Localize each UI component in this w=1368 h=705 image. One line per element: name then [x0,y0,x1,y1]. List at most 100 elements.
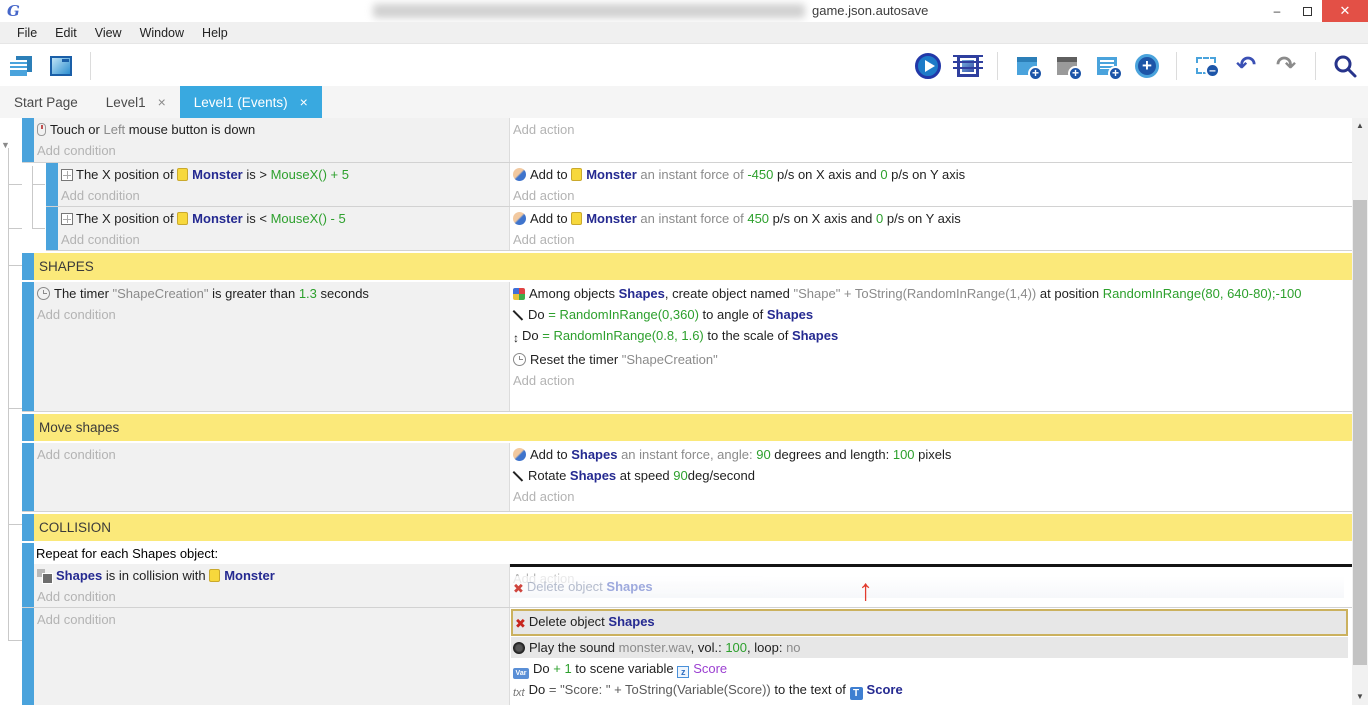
close-button[interactable]: ✕ [1322,0,1368,22]
text-segment: an instant force, angle: [617,447,756,462]
text-segment: 1.3 [299,286,317,301]
tab-level1-events[interactable]: Level1 (Events)× [180,86,322,118]
comment-event[interactable]: SHAPES [22,253,1352,280]
action-row[interactable]: VarDo + 1 to scene variable zScore [513,658,1348,679]
action-row[interactable]: Add to Monster an instant force of -450 … [513,164,1348,185]
add-action[interactable]: Add action [513,185,1348,206]
action-row[interactable]: Reset the timer "ShapeCreation" [513,349,1348,370]
search-icon [1332,53,1358,79]
tree-guide-stub [8,524,22,525]
text-segment: 450 [747,211,769,226]
project-manager-button[interactable] [6,51,36,81]
scrollbar-thumb[interactable] [1353,200,1367,665]
add-action[interactable]: Add action [513,229,1348,250]
maximize-button[interactable] [1292,0,1322,22]
text-segment: 0 [880,167,887,182]
preview-button[interactable] [913,51,943,81]
standard-event[interactable]: Add condition ✖Delete object ShapesPlay … [22,608,1352,705]
text-segment: monster.wav [619,640,691,655]
standard-event[interactable]: The timer "ShapeCreation" is greater tha… [22,282,1352,412]
gdevelop-logo-icon: G [7,2,20,20]
event-bar [22,543,34,607]
action-row[interactable]: Among objects Shapes, create object name… [513,283,1348,304]
condition-row[interactable]: Touch or Left mouse button is down [37,119,505,140]
standard-event[interactable]: The X position of Monster is < MouseX() … [46,207,1352,251]
action-row[interactable]: ✖Delete object Shapes [511,609,1348,636]
menu-window[interactable]: Window [131,22,193,44]
close-tab-icon[interactable]: × [158,94,166,110]
action-row[interactable]: txtDo = "Score: " + ToString(Variable(Sc… [513,679,1348,704]
comment-event[interactable]: COLLISION [22,514,1352,541]
collision-icon [37,569,52,582]
add-subevent-button[interactable]: + [1052,51,1082,81]
play-icon [915,53,941,79]
text-segment: Reset the timer [530,352,622,367]
action-row[interactable]: ↕Do = RandomInRange(0.8, 1.6) to the sca… [513,325,1348,349]
condition-row[interactable]: The X position of Monster is < MouseX() … [61,208,505,229]
condition-row[interactable]: The X position of Monster is > MouseX() … [61,164,505,185]
undo-button[interactable]: ↶ [1231,51,1261,81]
add-condition[interactable]: Add condition [37,586,505,607]
tab-start-page[interactable]: Start Page [0,86,92,118]
foreach-header[interactable]: Repeat for each Shapes object: [34,543,1352,564]
vertical-scrollbar[interactable]: ▲ ▼ [1352,118,1368,705]
action-row[interactable]: Do = RandomInRange(0,360) to angle of Sh… [513,304,1348,325]
text-segment: The X position of [76,211,177,226]
standard-event[interactable]: Add condition Add to Shapes an instant f… [22,443,1352,512]
text-segment: Shapes [619,286,665,301]
comment-event[interactable]: Move shapes [22,414,1352,441]
add-event-button[interactable]: + [1012,51,1042,81]
add-condition[interactable]: Add condition [37,444,505,465]
textobj-icon: T [850,687,863,700]
add-comment-icon: + [1097,57,1117,75]
actions-cell: Among objects Shapes, create object name… [510,282,1352,411]
menu-help[interactable]: Help [193,22,237,44]
text-segment: is [243,167,260,182]
condition-row[interactable]: The timer "ShapeCreation" is greater tha… [37,283,505,304]
add-action[interactable]: Add action [513,370,1348,391]
add-condition[interactable]: Add condition [37,304,505,325]
sound-icon [513,642,525,654]
text-segment: The timer [54,286,113,301]
tab-level1[interactable]: Level1× [92,86,180,118]
remove-selection-button[interactable]: – [1191,51,1221,81]
add-action[interactable]: Add action [513,119,1348,140]
action-row[interactable]: Rotate Shapes at speed 90deg/second [513,465,1348,486]
mouse-icon [37,123,46,136]
start-page-button[interactable] [46,51,76,81]
add-condition[interactable]: Add condition [37,140,505,161]
foreach-event[interactable]: Repeat for each Shapes object: Shapes is… [22,543,1352,608]
add-comment-button[interactable]: + [1092,51,1122,81]
text-segment: Score [693,661,727,676]
toolbar-separator [997,52,998,80]
add-action[interactable]: Add action [513,486,1348,507]
tree-guide-stub [8,640,22,641]
text-segment: seconds [317,286,369,301]
text-segment: 90 [673,468,687,483]
standard-event[interactable]: Touch or Left mouse button is downAdd co… [22,118,1352,163]
minimize-button[interactable]: – [1262,0,1292,22]
action-row[interactable]: Play the sound monster.wav, vol.: 100, l… [511,637,1348,658]
menu-edit[interactable]: Edit [46,22,86,44]
menu-view[interactable]: View [86,22,131,44]
actions-cell: Add to Shapes an instant force, angle: 9… [510,443,1352,511]
scroll-up-icon[interactable]: ▲ [1352,118,1368,134]
force-icon [513,168,526,181]
scroll-down-icon[interactable]: ▼ [1352,689,1368,705]
action-row[interactable]: Add to Monster an instant force of 450 p… [513,208,1348,229]
search-button[interactable] [1330,51,1360,81]
redo-button[interactable]: ↶ [1271,51,1301,81]
add-condition[interactable]: Add condition [61,229,505,250]
menu-file[interactable]: File [8,22,46,44]
add-condition[interactable]: Add condition [37,609,505,630]
standard-event[interactable]: The X position of Monster is > MouseX() … [46,163,1352,207]
add-condition[interactable]: Add condition [61,185,505,206]
debug-button[interactable] [953,51,983,81]
text-segment: Do [533,661,553,676]
text-segment: + 1 [553,661,571,676]
add-new-button[interactable]: + [1132,51,1162,81]
condition-row[interactable]: Shapes is in collision with Monster [37,565,505,586]
close-tab-icon[interactable]: × [300,94,308,110]
action-row[interactable]: Add to Shapes an instant force, angle: 9… [513,444,1348,465]
text-segment: mouse button is down [125,122,255,137]
